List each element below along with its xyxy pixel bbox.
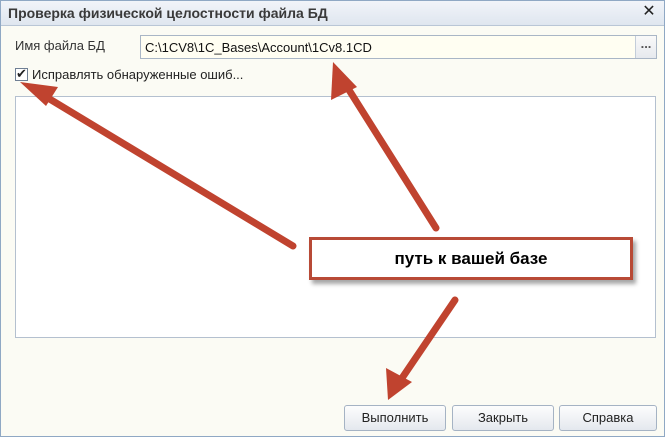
arrow-to-checkbox xyxy=(20,82,297,250)
arrow-to-file-path xyxy=(331,62,440,232)
annotation-arrows xyxy=(20,62,459,400)
annotation-callout: путь к вашей базе xyxy=(309,237,633,280)
arrow-to-run-button xyxy=(386,296,459,400)
